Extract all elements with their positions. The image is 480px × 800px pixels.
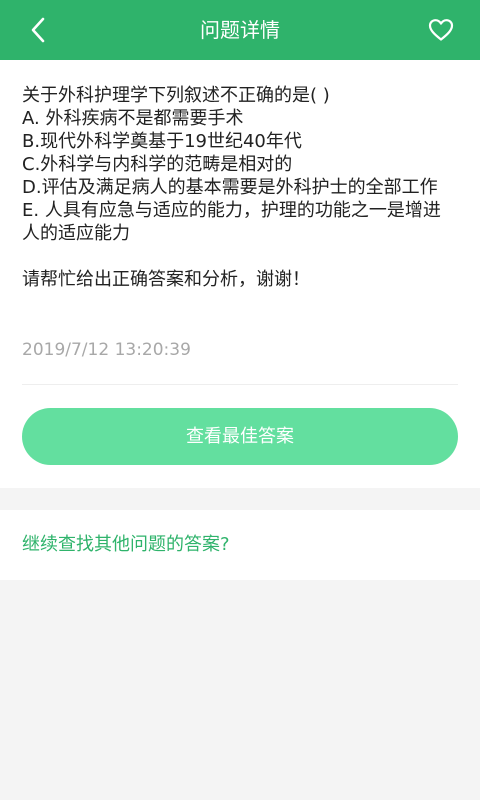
- page-title: 问题详情: [200, 18, 280, 42]
- option-d: D.评估及满足病人的基本需要是外科护士的全部工作: [22, 177, 438, 198]
- find-other-answers-link[interactable]: 继续查找其他问题的答案?: [22, 510, 230, 580]
- divider: [22, 384, 458, 385]
- view-best-answer-button[interactable]: 查看最佳答案: [22, 408, 458, 465]
- question-stem: 关于外科护理学下列叙述不正确的是( ): [22, 85, 330, 106]
- favorite-button[interactable]: [424, 14, 458, 46]
- question-text: 关于外科护理学下列叙述不正确的是( ) A. 外科疾病不是都需要手术 B.现代外…: [22, 84, 458, 291]
- post-timestamp: 2019/7/12 13:20:39: [22, 340, 191, 360]
- option-a: A. 外科疾病不是都需要手术: [22, 108, 244, 129]
- heart-icon: [428, 19, 454, 41]
- option-e: E. 人具有应急与适应的能力，护理的功能之一是增进人的适应能力: [22, 200, 441, 244]
- answer-request: 请帮忙给出正确答案和分析，谢谢！: [22, 269, 310, 290]
- app-header: 问题详情: [0, 0, 480, 60]
- option-c: C.外科学与内科学的范畴是相对的: [22, 154, 293, 175]
- question-card: 关于外科护理学下列叙述不正确的是( ) A. 外科疾病不是都需要手术 B.现代外…: [0, 60, 480, 488]
- option-b: B.现代外科学奠基于19世纪40年代: [22, 131, 302, 152]
- more-questions-section: 继续查找其他问题的答案?: [0, 510, 480, 580]
